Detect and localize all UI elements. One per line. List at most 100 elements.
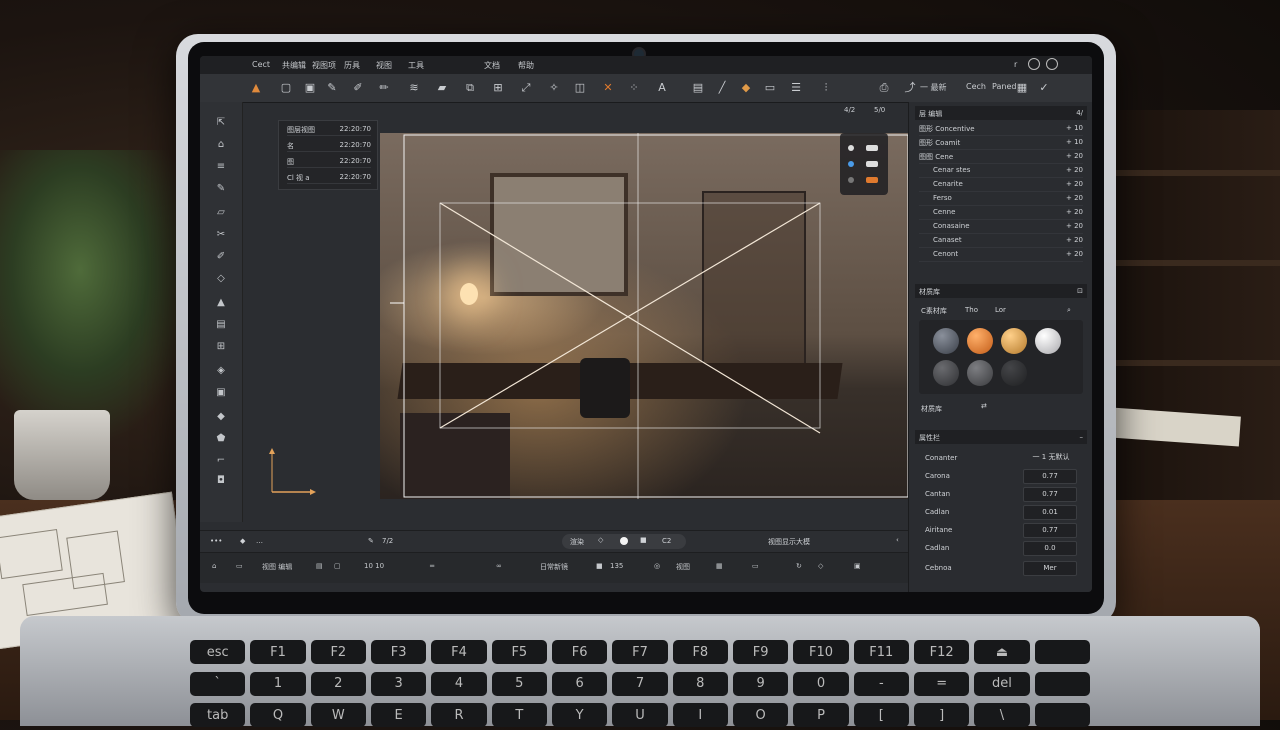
- shape-tool-icon[interactable]: ▱: [213, 206, 229, 220]
- keyboard-key[interactable]: 7: [612, 671, 668, 696]
- hud-label[interactable]: 5/0: [874, 106, 885, 114]
- keyboard-key[interactable]: O: [732, 703, 789, 728]
- keyboard-key[interactable]: U: [612, 703, 668, 728]
- menu-item[interactable]: 帮助: [518, 60, 534, 71]
- menu-item[interactable]: 历具: [344, 60, 360, 71]
- restore-icon[interactable]: r: [1014, 60, 1017, 69]
- keyboard-key[interactable]: [1034, 671, 1090, 696]
- pencil-icon[interactable]: ✏: [376, 80, 392, 96]
- diamond-tool-icon[interactable]: ◈: [213, 364, 229, 378]
- cross-icon[interactable]: ✕: [600, 80, 616, 96]
- align-icon[interactable]: ⫶: [818, 80, 834, 96]
- toggle-icon[interactable]: [866, 161, 878, 167]
- keyboard-key[interactable]: 1: [250, 671, 306, 696]
- keyboard-key[interactable]: =: [913, 671, 970, 696]
- paint-tool-icon[interactable]: ✐: [213, 250, 229, 264]
- menu-item[interactable]: 共编辑: [282, 60, 306, 71]
- toolbar-label[interactable]: 一 最新: [920, 82, 947, 93]
- hud-label[interactable]: 4/2: [844, 106, 855, 114]
- keyboard-key[interactable]: 4: [431, 671, 487, 696]
- keyboard-key[interactable]: ]: [913, 703, 970, 728]
- keyboard-key[interactable]: 3: [370, 671, 427, 696]
- eraser-icon[interactable]: ▰: [434, 80, 450, 96]
- fill-icon[interactable]: ◆: [738, 80, 754, 96]
- mirror-icon[interactable]: ⧉: [462, 80, 478, 96]
- select-icon[interactable]: ▢: [278, 80, 294, 96]
- keyboard-key[interactable]: [1034, 640, 1090, 664]
- print-icon[interactable]: ⎙: [876, 80, 892, 96]
- keyboard-key[interactable]: F12: [913, 640, 970, 664]
- arrow-tool-icon[interactable]: ⇱: [213, 116, 229, 130]
- object-row[interactable]: 图形 Concentive + 10: [919, 122, 1083, 136]
- materials-tab[interactable]: Tho: [965, 306, 978, 314]
- mode-square-icon[interactable]: ■: [640, 536, 647, 544]
- keyboard-key[interactable]: R: [431, 703, 487, 728]
- transform-icon[interactable]: ⤢: [518, 80, 534, 96]
- object-row[interactable]: Cenont + 20: [919, 248, 1083, 262]
- window-icon[interactable]: ▣: [854, 562, 861, 570]
- panel-title-right[interactable]: 4/: [1076, 109, 1083, 117]
- keyboard-key[interactable]: \: [974, 703, 1030, 728]
- 3d-viewport[interactable]: [380, 133, 908, 499]
- materials-tab[interactable]: C素材库: [921, 306, 947, 316]
- object-row[interactable]: Conasaine + 20: [919, 220, 1083, 234]
- materials-tab[interactable]: Lor: [995, 306, 1006, 314]
- keyboard-key[interactable]: esc: [190, 640, 246, 664]
- object-row[interactable]: Cenarite + 20: [919, 178, 1083, 192]
- keyboard-key[interactable]: F11: [853, 640, 909, 664]
- keyboard-key[interactable]: -: [853, 671, 909, 696]
- check-icon[interactable]: ✓: [1036, 80, 1052, 96]
- app-label[interactable]: Cect: [252, 60, 270, 69]
- keyboard-key[interactable]: 8: [672, 671, 728, 696]
- object-row[interactable]: Cenar stes + 20: [919, 164, 1083, 178]
- globe-icon[interactable]: ◎: [654, 562, 660, 570]
- frame-icon[interactable]: ▣: [302, 80, 318, 96]
- keyboard-key[interactable]: F1: [250, 640, 306, 664]
- prop-value[interactable]: 0.01: [1023, 505, 1077, 520]
- keyboard-key[interactable]: 0: [793, 671, 849, 696]
- bottom-item[interactable]: 日常新镜: [540, 562, 568, 572]
- maximize-icon[interactable]: [1028, 58, 1040, 70]
- doc-tool-icon[interactable]: ▤: [213, 318, 229, 332]
- layer-row[interactable]: 图 22:20:70: [287, 155, 371, 168]
- list-icon[interactable]: ☰: [788, 80, 804, 96]
- menu-dots-icon[interactable]: •••: [210, 537, 222, 545]
- keyboard-key[interactable]: tab: [190, 703, 246, 728]
- export-icon[interactable]: ⤴: [902, 80, 918, 96]
- object-row[interactable]: 图形 Coamit + 10: [919, 136, 1083, 150]
- blue-dot-icon[interactable]: [848, 161, 854, 167]
- toggle-icon[interactable]: [866, 145, 878, 151]
- gray-dot-icon[interactable]: [848, 177, 854, 183]
- keyboard-key[interactable]: W: [310, 703, 366, 728]
- camera-tool-icon[interactable]: ◘: [213, 474, 229, 488]
- material-swatch[interactable]: [967, 328, 993, 354]
- home-tool-icon[interactable]: ⌂: [213, 138, 229, 152]
- swap-icon[interactable]: ⇄: [981, 402, 987, 410]
- material-swatch[interactable]: [933, 360, 959, 386]
- keyboard-key[interactable]: F3: [370, 640, 427, 664]
- cut-tool-icon[interactable]: ✂: [213, 228, 229, 242]
- object-row[interactable]: Canaset + 20: [919, 234, 1083, 248]
- chat-icon[interactable]: ▭: [752, 562, 759, 570]
- mode-label-2[interactable]: C2: [662, 537, 671, 545]
- mode-dot-icon[interactable]: [620, 537, 628, 545]
- material-swatch[interactable]: [1001, 360, 1027, 386]
- mode-toggle-icon[interactable]: ◇: [598, 536, 603, 544]
- logo-icon[interactable]: ▲: [248, 80, 264, 96]
- doc-icon[interactable]: ▤: [316, 562, 323, 570]
- prop-value[interactable]: 0.77: [1023, 523, 1077, 538]
- sync-icon[interactable]: ↻: [796, 562, 802, 570]
- keyboard-key[interactable]: F5: [491, 640, 547, 664]
- line-icon[interactable]: ╱: [714, 80, 730, 96]
- material-swatch[interactable]: [933, 328, 959, 354]
- pyramid-tool-icon[interactable]: ▲: [213, 296, 229, 310]
- prop-value[interactable]: Mer: [1023, 561, 1077, 576]
- bottom-item[interactable]: 135: [610, 562, 623, 570]
- box-tool-icon[interactable]: ▣: [213, 386, 229, 400]
- close-window-icon[interactable]: [1046, 58, 1058, 70]
- prop-value[interactable]: 0.77: [1023, 469, 1077, 484]
- grid-icon[interactable]: ⊞: [490, 80, 506, 96]
- material-swatch[interactable]: [1001, 328, 1027, 354]
- keyboard-key[interactable]: I: [672, 703, 728, 728]
- keyboard-key[interactable]: Y: [551, 703, 608, 728]
